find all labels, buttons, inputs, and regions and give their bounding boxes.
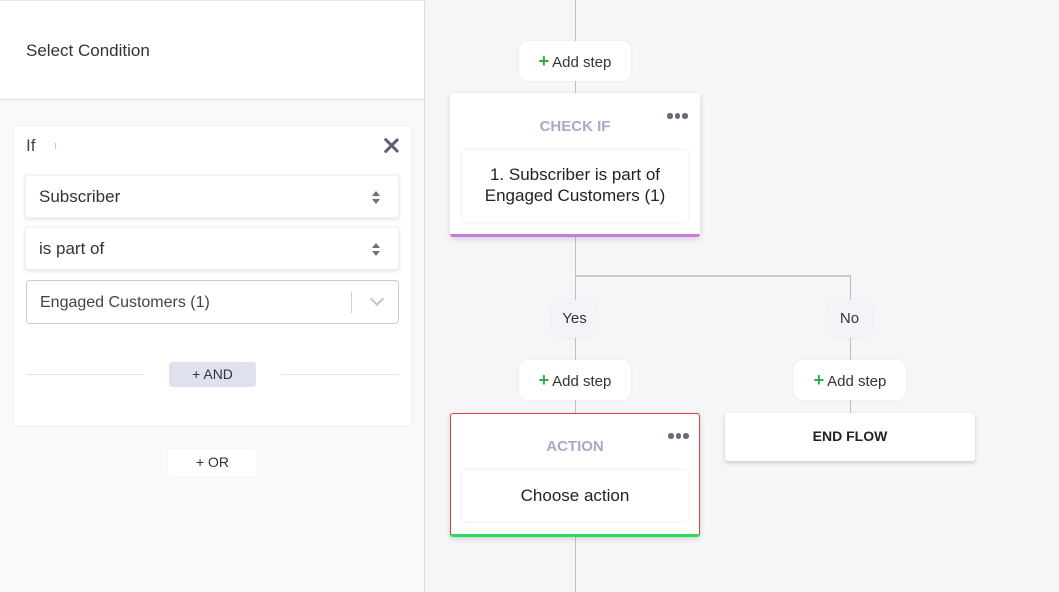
flow-canvas: + Add step CHECK IF 1. Subscriber is part…: [425, 0, 1059, 592]
add-or-button[interactable]: + OR: [168, 449, 257, 476]
divider: [281, 374, 399, 375]
operator-select-value: is part of: [39, 239, 105, 258]
select-separator: [351, 292, 352, 313]
check-if-node[interactable]: CHECK IF 1. Subscriber is part of Engage…: [450, 93, 700, 237]
subject-select-value: Subscriber: [39, 187, 121, 206]
panel-header: Select Condition: [0, 1, 424, 100]
add-step-label: Add step: [552, 54, 612, 71]
add-and-button[interactable]: + AND: [169, 362, 256, 387]
condition-text-line-2: Engaged Customers (1): [484, 186, 666, 205]
segment-select[interactable]: Engaged Customers (1): [26, 280, 399, 324]
branch-yes-label: Yes: [552, 300, 597, 338]
divider: [26, 374, 144, 375]
add-step-button-no[interactable]: + Add step: [794, 360, 906, 400]
more-options-icon[interactable]: [668, 433, 689, 439]
choose-action-button[interactable]: Choose action: [462, 470, 688, 521]
action-title: ACTION: [546, 438, 604, 455]
panel-title: Select Condition: [26, 41, 150, 60]
action-node[interactable]: ACTION Choose action: [450, 413, 700, 537]
add-step-button-yes[interactable]: + Add step: [519, 360, 631, 400]
end-flow-node[interactable]: END FLOW: [725, 413, 975, 461]
operator-select[interactable]: is part of: [25, 227, 399, 270]
branch-connector: [575, 275, 851, 277]
and-row: + AND: [26, 362, 399, 388]
text-cursor: [55, 143, 56, 149]
up-down-arrows-icon: [371, 191, 381, 205]
add-step-button[interactable]: + Add step: [519, 41, 631, 81]
condition-card: If Subscriber is part of Engaged Custome…: [14, 126, 411, 425]
condition-text-line-1: 1. Subscriber is part of: [489, 165, 661, 184]
chevron-down-icon[interactable]: [369, 291, 385, 307]
condition-panel: Select Condition If Subscriber is part o…: [0, 0, 425, 592]
check-if-condition[interactable]: 1. Subscriber is part of Engaged Custome…: [462, 150, 688, 222]
subject-select[interactable]: Subscriber: [25, 175, 399, 218]
add-step-label: Add step: [827, 373, 887, 390]
more-options-icon[interactable]: [667, 113, 688, 119]
plus-icon: +: [813, 370, 825, 390]
connector-line: [575, 537, 576, 592]
add-step-label: Add step: [552, 373, 612, 390]
plus-icon: +: [538, 51, 550, 71]
segment-select-value: Engaged Customers (1): [40, 294, 210, 311]
close-icon[interactable]: [381, 135, 401, 155]
branch-no-label: No: [827, 300, 872, 338]
if-label: If: [26, 136, 36, 155]
check-if-title: CHECK IF: [539, 118, 611, 135]
plus-icon: +: [538, 370, 550, 390]
up-down-arrows-icon: [371, 243, 381, 257]
